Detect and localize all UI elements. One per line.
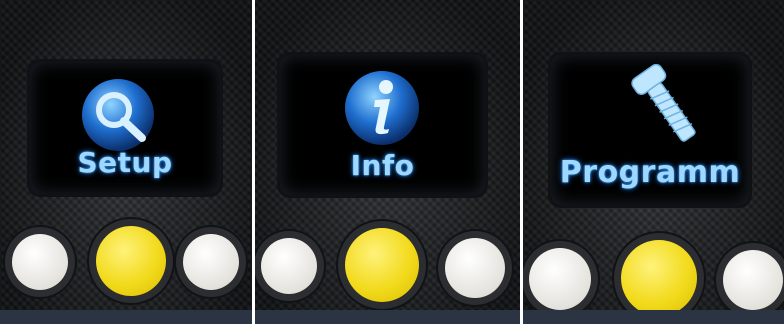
right-button[interactable] bbox=[445, 238, 505, 298]
screw-icon bbox=[631, 63, 696, 142]
center-button[interactable] bbox=[621, 240, 697, 316]
bezel-edge bbox=[0, 310, 252, 324]
center-button[interactable] bbox=[96, 226, 166, 296]
magnifier-icon bbox=[82, 79, 154, 151]
right-button[interactable] bbox=[723, 250, 783, 310]
left-button[interactable] bbox=[261, 238, 317, 294]
device-panel-programm: Programm bbox=[523, 0, 784, 324]
left-button[interactable] bbox=[529, 248, 591, 310]
display-screen: Info bbox=[280, 55, 485, 195]
bezel-edge bbox=[255, 310, 520, 324]
left-button[interactable] bbox=[12, 234, 68, 290]
device-panel-info: Info bbox=[255, 0, 520, 324]
bezel-edge bbox=[523, 310, 784, 324]
photo-strip: Setup Info Programm bbox=[0, 0, 784, 324]
display-screen: Programm bbox=[551, 55, 749, 205]
info-icon bbox=[345, 71, 419, 145]
device-panel-setup: Setup bbox=[0, 0, 252, 324]
display-screen: Setup bbox=[30, 62, 220, 194]
screen-label: Programm bbox=[559, 155, 741, 190]
screen-label: Info bbox=[350, 149, 415, 182]
center-button[interactable] bbox=[345, 228, 419, 302]
right-button[interactable] bbox=[183, 234, 239, 290]
screen-label: Setup bbox=[77, 146, 173, 179]
